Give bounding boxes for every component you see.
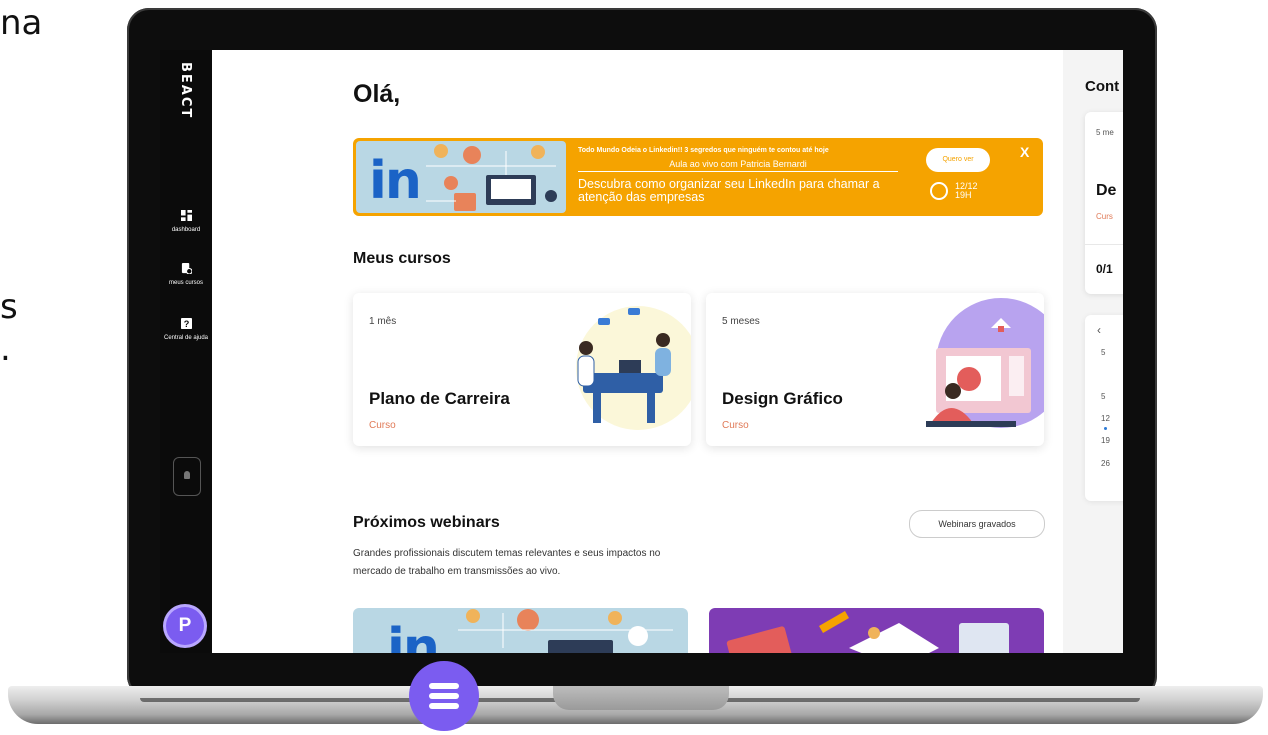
- right-panel: Cont 5 me De Curs 0/1 ‹ 5 5 12 19 26: [1063, 50, 1123, 653]
- calendar-day[interactable]: 5: [1101, 392, 1105, 401]
- background-text-fragment: .: [0, 329, 11, 369]
- app-screen: BEACT dashboard meus cursos ? Central de…: [160, 50, 1123, 653]
- banner-datetime: 12/12 19H: [955, 182, 978, 200]
- laptop-notch: [553, 686, 729, 710]
- course-duration: 1 mês: [369, 316, 397, 327]
- sidebar-item-label: meus cursos: [168, 280, 203, 286]
- webinar-illustration: [726, 611, 1009, 653]
- user-avatar[interactable]: P: [166, 607, 204, 645]
- course-type: Curs: [1096, 212, 1113, 221]
- sidebar-item-dashboard[interactable]: dashboard: [160, 210, 212, 234]
- background-text-fragment: s: [0, 287, 18, 327]
- sidebar-item-central-de-ajuda[interactable]: ? Central de ajuda: [160, 318, 212, 342]
- courses-section-title: Meus cursos: [353, 250, 451, 267]
- webinars-description: Grandes profissionais discutem temas rel…: [353, 548, 661, 577]
- sidebar: BEACT dashboard meus cursos ? Central de…: [160, 50, 212, 653]
- course-card[interactable]: 1 mês Plano de Carreira Curso: [353, 293, 691, 446]
- course-duration: 5 meses: [722, 316, 760, 327]
- bell-icon: [184, 471, 190, 479]
- course-duration: 5 me: [1096, 128, 1114, 137]
- svg-text:?: ?: [183, 319, 189, 329]
- sidebar-item-meus-cursos[interactable]: meus cursos: [160, 263, 212, 287]
- sidebar-item-label: Central de ajuda: [163, 335, 209, 341]
- courses-icon: [181, 263, 193, 275]
- course-progress: 0/1: [1096, 262, 1113, 276]
- banner-illustration: in: [356, 141, 566, 213]
- course-card[interactable]: 5 meses Design Gráfico Curso: [706, 293, 1044, 446]
- quero-ver-button[interactable]: Quero ver: [926, 148, 990, 172]
- course-type: Curso: [369, 420, 396, 431]
- meeting-illustration: [576, 306, 691, 430]
- close-banner-button[interactable]: X: [1020, 144, 1029, 160]
- chevron-left-icon[interactable]: ‹: [1097, 323, 1101, 337]
- dashboard-icon: [180, 210, 192, 221]
- menu-fab-button[interactable]: [409, 661, 479, 731]
- design-illustration: [926, 298, 1044, 428]
- alarm-clock-icon: [930, 182, 948, 200]
- calendar-day[interactable]: 19: [1101, 436, 1110, 445]
- menu-icon: [429, 693, 459, 699]
- calendar-day[interactable]: 12: [1101, 414, 1110, 423]
- event-dot-icon: [1104, 427, 1107, 430]
- background-text-fragment: na: [0, 3, 43, 43]
- course-title: Plano de Carreira: [369, 389, 510, 408]
- banner-small-title: Todo Mundo Odeia o Linkedin!! 3 segredos…: [578, 147, 829, 154]
- continue-course-card[interactable]: 5 me De Curs 0/1: [1085, 112, 1123, 294]
- course-title: Design Gráfico: [722, 389, 843, 408]
- right-panel-title: Cont: [1085, 78, 1120, 95]
- banner-subtitle: Aula ao vivo com Patricia Bernardi: [578, 159, 898, 172]
- notifications-button[interactable]: [173, 457, 201, 496]
- divider: [1085, 244, 1123, 245]
- promo-banner[interactable]: in Todo Mundo Odeia o Linkedin!! 3 segre…: [353, 138, 1043, 216]
- course-title: De: [1096, 182, 1117, 199]
- banner-headline: Descubra como organizar seu LinkedIn par…: [578, 177, 880, 204]
- calendar-day[interactable]: 5: [1101, 348, 1105, 357]
- course-type: Curso: [722, 420, 749, 431]
- help-icon: ?: [180, 318, 192, 329]
- sidebar-item-label: dashboard: [171, 227, 201, 233]
- webinars-gravados-button[interactable]: Webinars gravados: [909, 510, 1045, 538]
- calendar-day[interactable]: 26: [1101, 459, 1110, 468]
- webinar-card[interactable]: [709, 608, 1044, 653]
- webinar-card[interactable]: in: [353, 608, 688, 653]
- menu-icon: [429, 683, 459, 689]
- webinars-section-title: Próximos webinars: [353, 514, 500, 531]
- webinar-illustration: [458, 609, 673, 653]
- calendar-widget: ‹ 5 5 12 19 26: [1085, 315, 1123, 501]
- banner-time: 19H: [955, 190, 972, 200]
- menu-icon: [429, 703, 459, 709]
- page-title: Olá,: [353, 80, 401, 108]
- network-illustration: [426, 144, 557, 211]
- brand-logo[interactable]: BEACT: [178, 62, 193, 119]
